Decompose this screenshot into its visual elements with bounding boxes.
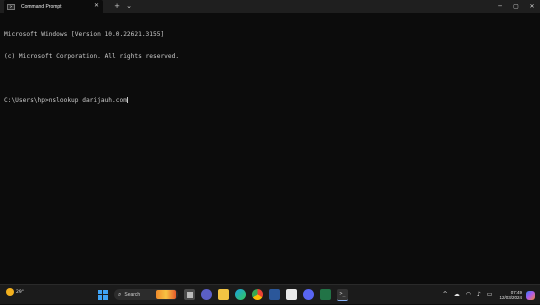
tab-dropdown-button[interactable]: ⌄ xyxy=(123,0,135,13)
chrome-icon[interactable] xyxy=(252,289,263,300)
command-text: C:\Users\hp>nslookup darijauh.com xyxy=(4,97,127,105)
speaker-icon[interactable]: ♪ xyxy=(477,292,481,298)
terminal-output[interactable]: Microsoft Windows [Version 10.0.22621.31… xyxy=(4,16,536,284)
terminal-app-icon[interactable]: >_ xyxy=(337,288,348,301)
windows-logo-icon xyxy=(97,289,108,300)
start-button[interactable] xyxy=(97,289,108,300)
taskbar-apps: ⌕ Search >_ xyxy=(94,288,351,301)
terminal-icon: > xyxy=(7,3,15,10)
excel-icon[interactable] xyxy=(320,289,331,300)
file-explorer-icon[interactable] xyxy=(218,289,229,300)
battery-icon[interactable]: ▭ xyxy=(487,292,493,298)
copilot-icon[interactable] xyxy=(526,290,535,300)
search-label: Search xyxy=(124,291,141,298)
search-box[interactable]: ⌕ Search xyxy=(114,289,178,300)
search-icon: ⌕ xyxy=(118,290,122,298)
terminal-line: Microsoft Windows [Version 10.0.22621.31… xyxy=(4,30,165,38)
wifi-icon[interactable]: ◠ xyxy=(466,292,471,298)
new-tab-button[interactable]: + xyxy=(111,0,123,13)
maximize-button[interactable]: ▢ xyxy=(508,0,524,13)
weather-temperature: 29° xyxy=(16,289,24,295)
close-window-button[interactable]: ✕ xyxy=(524,0,540,13)
system-tray: ^ ☁ ◠ ♪ ▭ 07:49 12/03/2024 xyxy=(440,285,540,305)
sun-icon xyxy=(6,288,14,296)
minimize-button[interactable]: ─ xyxy=(492,0,508,13)
terminal-line: (c) Microsoft Corporation. All rights re… xyxy=(4,53,180,61)
command-line[interactable]: C:\Users\hp>nslookup darijauh.com xyxy=(4,97,536,104)
clock[interactable]: 07:49 12/03/2024 xyxy=(499,290,522,301)
window-controls: ─ ▢ ✕ xyxy=(492,0,540,13)
cloud-icon[interactable]: ☁ xyxy=(454,292,460,298)
text-cursor xyxy=(126,97,128,104)
file-manager-icon[interactable] xyxy=(184,289,195,300)
teams-icon[interactable] xyxy=(201,289,212,300)
tab-title: Command Prompt xyxy=(21,3,62,10)
weather-widget[interactable]: 29° xyxy=(6,288,24,296)
edge-icon[interactable] xyxy=(235,289,246,300)
close-tab-icon[interactable]: ✕ xyxy=(94,2,99,10)
clock-date: 12/03/2024 xyxy=(499,295,522,300)
title-bar: > Command Prompt ✕ + ⌄ ─ ▢ ✕ xyxy=(0,0,540,13)
tab-command-prompt[interactable]: > Command Prompt ✕ xyxy=(4,0,103,13)
chevron-up-icon[interactable]: ^ xyxy=(443,292,448,298)
app-icon[interactable] xyxy=(286,289,297,300)
search-highlight-icon xyxy=(156,290,176,299)
discord-icon[interactable] xyxy=(303,289,314,300)
taskbar: 29° ⌕ Search >_ ^ ☁ ◠ ♪ ▭ 07:49 12/03/20… xyxy=(0,284,540,304)
word-icon[interactable] xyxy=(269,289,280,300)
